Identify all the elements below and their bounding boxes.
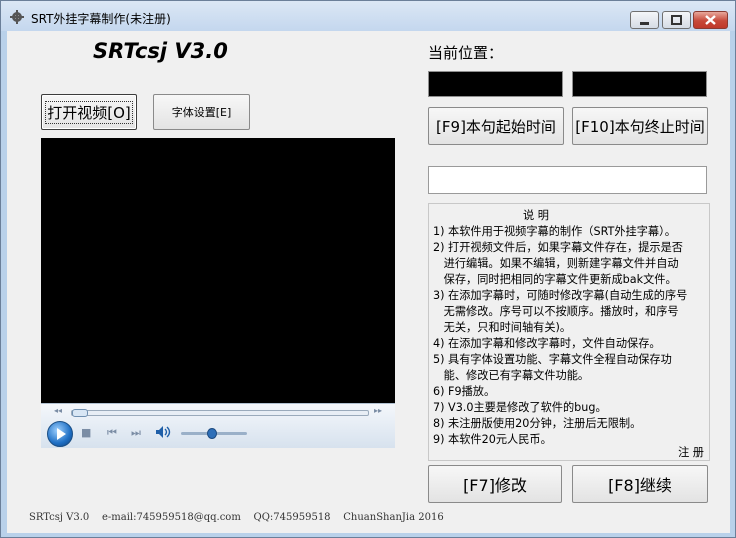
app-heading: SRTcsj V3.0	[93, 39, 228, 63]
description-panel: 说 明 1) 本软件用于视频字幕的制作（SRT外挂字幕）。 2) 打开视频文件后…	[428, 203, 710, 461]
previous-icon[interactable]: ⏮	[107, 426, 117, 440]
stop-icon[interactable]: ■	[81, 426, 91, 439]
start-time-button[interactable]: [F9]本句起始时间	[428, 107, 564, 145]
seek-thumb[interactable]	[72, 409, 88, 417]
description-line: 8) 未注册版使用20分钟，注册后无限制。	[433, 417, 642, 430]
minimize-button[interactable]	[630, 11, 659, 29]
description-line: 能、修改已有字幕文件功能。	[433, 369, 590, 382]
volume-thumb[interactable]	[206, 428, 217, 439]
modify-button[interactable]: [F7]修改	[428, 465, 562, 503]
footer-info: SRTcsj V3.0 e-mail:745959518@qq.com QQ:7…	[29, 512, 444, 523]
play-icon	[57, 428, 66, 440]
video-display[interactable]	[41, 138, 395, 447]
start-time-label: [F9]本句起始时间	[436, 117, 556, 136]
title-bar[interactable]: SRT外挂字幕制作(未注册)	[1, 1, 735, 31]
description-line: 无需修改。序号可以不按顺序。播放时，和序号	[433, 305, 679, 318]
window-title: SRT外挂字幕制作(未注册)	[31, 12, 171, 26]
close-button[interactable]	[693, 11, 728, 29]
player-controls: ◂◂ ▸▸ ■ ⏮ ⏭	[41, 403, 395, 448]
description-title: 说 明	[523, 209, 549, 222]
maximize-icon	[671, 15, 682, 25]
description-line: 2) 打开视频文件后，如果字幕文件存在，提示是否	[433, 241, 683, 254]
end-time-display	[572, 71, 707, 97]
volume-slider[interactable]	[181, 428, 247, 439]
open-video-button[interactable]: 打开视频[O]	[41, 94, 137, 130]
end-time-label: [F10]本句终止时间	[575, 117, 705, 136]
register-link[interactable]: 注 册	[678, 445, 704, 461]
description-line: 进行编辑。如果不编辑，则新建字幕文件并自动	[433, 257, 679, 270]
end-time-button[interactable]: [F10]本句终止时间	[572, 107, 708, 145]
start-time-display	[428, 71, 563, 97]
subtitle-input[interactable]	[428, 166, 707, 194]
description-line: 保存，同时把相同的字幕文件更新成bak文件。	[433, 273, 677, 286]
description-line: 6) F9播放。	[433, 385, 496, 398]
description-line: 7) V3.0主要是修改了软件的bug。	[433, 401, 607, 414]
client-area: SRTcsj V3.0 打开视频[O] 字体设置[E] ◂◂ ▸▸ ■ ⏮ ⏭	[7, 31, 730, 533]
app-window: SRT外挂字幕制作(未注册) SRTcsj V3.0 打开视频[O] 字体设置[…	[0, 0, 736, 538]
seek-bar[interactable]	[71, 409, 369, 417]
rewind-marker-icon: ◂◂	[54, 406, 63, 415]
open-video-label: 打开视频[O]	[45, 100, 133, 124]
continue-label: [F8]继续	[608, 476, 672, 495]
description-line: 5) 具有字体设置功能、字幕文件全程自动保存功	[433, 353, 672, 366]
current-position-label: 当前位置：	[428, 44, 504, 62]
continue-button[interactable]: [F8]继续	[572, 465, 708, 503]
font-settings-button[interactable]: 字体设置[E]	[153, 94, 250, 130]
gear-icon	[10, 10, 24, 24]
next-icon[interactable]: ⏭	[131, 426, 141, 440]
description-line: 3) 在添加字幕时，可随时修改字幕(自动生成的序号	[433, 289, 688, 302]
description-line: 无关，只和时间轴有关)。	[433, 321, 572, 334]
modify-label: [F7]修改	[463, 476, 527, 495]
font-settings-label: 字体设置[E]	[171, 106, 232, 119]
play-button[interactable]	[47, 421, 73, 447]
minimize-icon	[640, 22, 649, 25]
description-line: 4) 在添加字幕和修改字幕时，文件自动保存。	[433, 337, 661, 350]
description-line: 1) 本软件用于视频字幕的制作（SRT外挂字幕）。	[433, 225, 676, 238]
close-icon	[705, 15, 716, 25]
maximize-button[interactable]	[662, 11, 691, 29]
forward-marker-icon: ▸▸	[374, 406, 383, 415]
volume-icon[interactable]	[155, 425, 173, 439]
description-line: 9) 本软件20元人民币。	[433, 433, 552, 446]
